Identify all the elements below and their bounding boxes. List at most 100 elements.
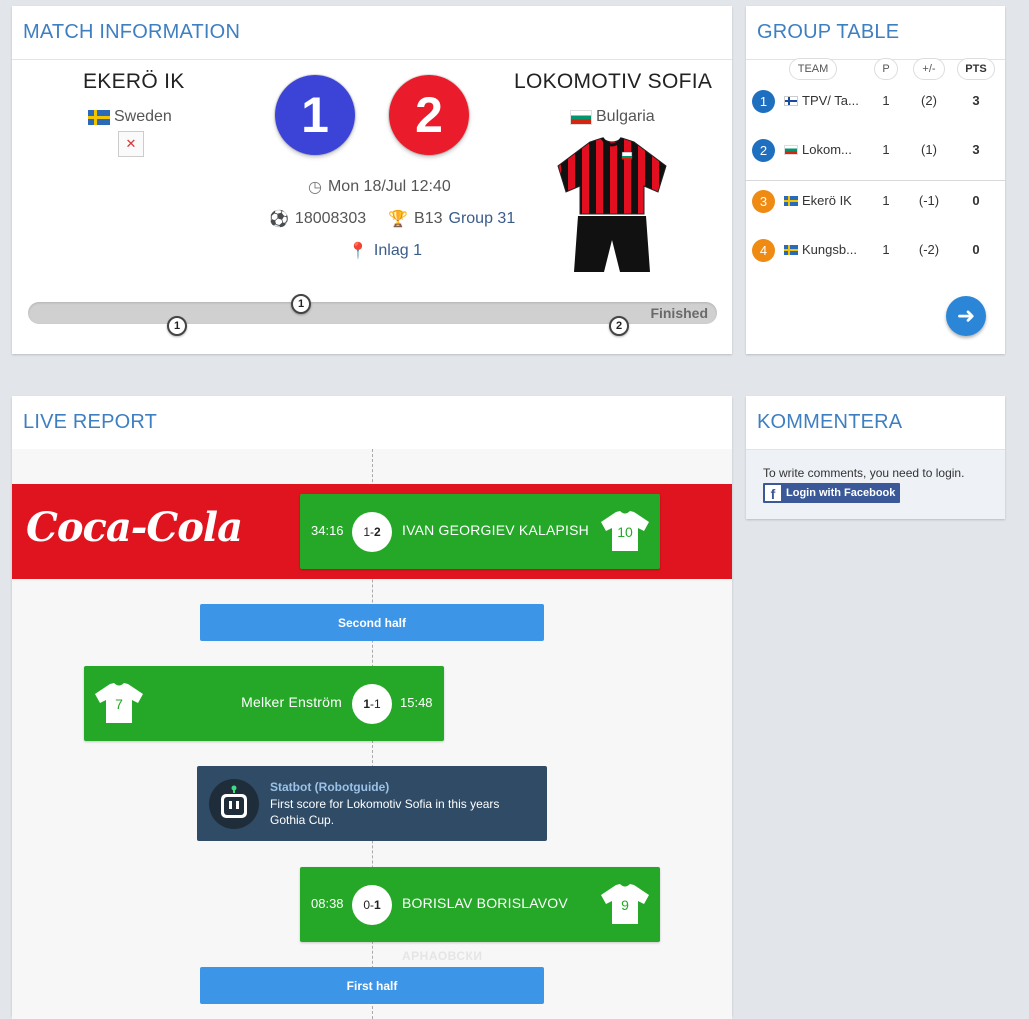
sponsor-logo: Coca-Cola <box>26 504 243 551</box>
group-table-next-button[interactable]: ➜ <box>946 296 986 336</box>
facebook-login-button[interactable]: f Login with Facebook <box>763 483 901 503</box>
goal-event-card[interactable]: 08:38 0-1 BORISLAV BORISLAVOV 9 <box>300 867 660 942</box>
played-cell: 1 <box>882 142 890 157</box>
group-table-row[interactable]: 4 Kungsb... 1 (-2) 0 <box>746 233 1005 269</box>
away-country-label: Bulgaria <box>596 108 655 125</box>
score-away: 2 <box>374 525 381 539</box>
team-cell: Kungsb... <box>784 242 857 257</box>
period-marker: Second half <box>200 604 544 641</box>
team-name: Kungsb... <box>802 242 857 257</box>
qualification-divider <box>746 180 1005 181</box>
live-report-panel: LIVE REPORT Coca-Cola 34:16 1-2 IVAN GEO… <box>12 396 732 1019</box>
team-name: Lokom... <box>802 142 852 157</box>
period-marker: First half <box>200 967 544 1004</box>
match-status: Finished <box>650 305 708 321</box>
column-header-points[interactable]: PTS <box>957 58 995 80</box>
match-group-link[interactable]: Group 31 <box>449 210 516 228</box>
match-datetime-label: Mon 18/Jul 12:40 <box>327 178 451 195</box>
goal-marker[interactable]: 1 <box>167 316 187 336</box>
away-team-name[interactable]: LOKOMOTIV SOFIA <box>514 70 712 94</box>
team-cell: Ekerö IK <box>784 193 852 208</box>
away-jersey-icon <box>554 136 670 274</box>
match-information-panel: MATCH INFORMATION EKERÖ IK Sweden ✕ 1 2 … <box>12 6 732 354</box>
robot-icon <box>209 779 259 829</box>
score-home: 1 <box>363 525 370 539</box>
group-table-row[interactable]: 1 TPV/ Ta... 1 (2) 3 <box>746 84 1005 120</box>
goal-player-name[interactable]: BORISLAV BORISLAVOV <box>402 895 568 911</box>
goal-diff-cell: (2) <box>921 93 937 108</box>
shirt-number: 10 <box>617 524 633 540</box>
shirt-icon: 9 <box>600 883 650 925</box>
position-badge: 4 <box>752 239 775 262</box>
points-cell: 0 <box>972 193 980 208</box>
match-venue-link[interactable]: Inlag 1 <box>374 242 422 260</box>
position-badge: 1 <box>752 90 775 113</box>
position-badge: 2 <box>752 139 775 162</box>
group-table-row[interactable]: 2 Lokom... 1 (1) 3 <box>746 133 1005 169</box>
shirt-number: 7 <box>115 696 123 712</box>
bulgaria-flag-icon <box>570 109 592 125</box>
sweden-flag-icon <box>88 109 110 125</box>
goal-score-badge: 1-2 <box>352 512 392 552</box>
shirt-number: 9 <box>621 897 629 913</box>
comments-header: KOMMENTERA <box>746 396 1005 450</box>
statbot-text: First score for Lokomotiv Sofia in this … <box>270 797 500 827</box>
shirt-icon: 7 <box>94 682 144 724</box>
match-venue: 📍 Inlag 1 <box>348 241 422 261</box>
goal-marker[interactable]: 1 <box>291 294 311 314</box>
group-table-header: GROUP TABLE <box>746 6 1005 60</box>
broken-image-icon: ✕ <box>118 131 144 157</box>
team-cell: TPV/ Ta... <box>784 93 859 108</box>
goal-player-name[interactable]: IVAN GEORGIEV KALAPISH <box>402 522 589 538</box>
goal-diff-cell: (-2) <box>918 242 940 257</box>
live-report-timeline[interactable]: Coca-Cola 34:16 1-2 IVAN GEORGIEV KALAPI… <box>12 449 732 1019</box>
comments-panel: KOMMENTERA To write comments, you need t… <box>746 396 1005 519</box>
live-report-title: LIVE REPORT <box>23 411 158 433</box>
group-table-panel: GROUP TABLE TEAM P +/- PTS 1 TPV/ Ta... … <box>746 6 1005 354</box>
soccer-ball-icon: ⚽ <box>269 211 289 228</box>
column-header-goal-diff[interactable]: +/- <box>913 58 945 80</box>
live-report-header: LIVE REPORT <box>12 396 732 450</box>
facebook-icon: f <box>765 485 781 501</box>
group-table-row[interactable]: 3 Ekerö IK 1 (-1) 0 <box>746 184 1005 220</box>
home-score: 1 <box>275 75 355 155</box>
score-away: 1 <box>374 898 381 912</box>
played-cell: 1 <box>882 93 890 108</box>
arrow-right-icon: ➜ <box>956 303 976 328</box>
sweden-flag-icon <box>784 244 798 255</box>
match-id: 18008303 <box>294 210 367 227</box>
goal-time: 34:16 <box>311 523 344 538</box>
home-team-country: Sweden <box>88 108 172 126</box>
column-header-played[interactable]: P <box>874 58 898 80</box>
goal-player-name[interactable]: Melker Enström <box>241 694 342 710</box>
match-information-header: MATCH INFORMATION <box>12 6 732 60</box>
away-team-country: Bulgaria <box>570 108 655 126</box>
goal-score-badge: 1-1 <box>352 684 392 724</box>
sweden-flag-icon <box>784 195 798 206</box>
clock-icon: ◷ <box>308 179 322 196</box>
trophy-icon: 🏆 <box>388 211 409 228</box>
match-category: B13 <box>414 210 443 227</box>
finland-flag-icon <box>784 95 798 106</box>
points-cell: 3 <box>972 142 980 157</box>
facebook-login-label: Login with Facebook <box>786 487 896 499</box>
home-country-label: Sweden <box>114 108 172 125</box>
group-table-column-headers: TEAM P +/- PTS <box>746 58 1005 82</box>
points-cell: 0 <box>972 242 980 257</box>
faded-player-text: АРНАОВСКИ <box>402 949 483 963</box>
column-header-team[interactable]: TEAM <box>789 58 837 80</box>
shirt-icon: 10 <box>600 510 650 552</box>
goal-event-card[interactable]: 7 Melker Enström 1-1 15:48 <box>84 666 444 741</box>
comments-title: KOMMENTERA <box>757 411 903 433</box>
goal-marker[interactable]: 2 <box>609 316 629 336</box>
match-datetime: ◷ Mon 18/Jul 12:40 <box>308 177 451 197</box>
comments-login-notice: To write comments, you need to login. <box>763 466 965 480</box>
goal-score-badge: 0-1 <box>352 885 392 925</box>
location-pin-icon: 📍 <box>348 243 368 260</box>
statbot-author: Statbot (Robotguide) <box>270 780 390 794</box>
goal-event-card[interactable]: 34:16 1-2 IVAN GEORGIEV KALAPISH 10 <box>300 494 660 569</box>
team-name: TPV/ Ta... <box>802 93 859 108</box>
played-cell: 1 <box>882 193 890 208</box>
team-cell: Lokom... <box>784 142 852 157</box>
home-team-name[interactable]: EKERÖ IK <box>83 70 185 94</box>
